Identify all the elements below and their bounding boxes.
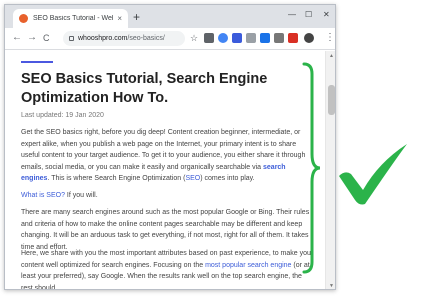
close-window-button[interactable]: ✕	[323, 10, 330, 19]
extension-icon[interactable]	[204, 33, 214, 43]
scroll-up-arrow-icon[interactable]: ▲	[329, 53, 334, 59]
url-text: whooshpro.com/seo-basics/	[78, 35, 165, 42]
browser-window: SEO Basics Tutorial - Website Se × + — ☐…	[4, 4, 336, 290]
tab-close-icon[interactable]: ×	[117, 14, 122, 23]
green-check-icon	[339, 144, 407, 205]
seo-link[interactable]: SEO	[185, 175, 200, 182]
right-brace-annotation	[302, 62, 321, 274]
attributes-paragraph: Here, we share with you the most importa…	[21, 248, 315, 289]
browser-tab[interactable]: SEO Basics Tutorial - Website Se ×	[13, 9, 128, 28]
profile-avatar-icon[interactable]	[304, 33, 314, 43]
intro-text-3: ) comes into play.	[200, 175, 255, 182]
reload-button[interactable]: C	[43, 32, 50, 44]
extension-icon[interactable]	[260, 33, 270, 43]
intro-paragraph: Get the SEO basics right, before you dig…	[21, 127, 315, 185]
search-engines-paragraph: There are many search engines around suc…	[21, 209, 310, 251]
extension-icon[interactable]	[288, 33, 298, 43]
browser-toolbar: ← → C whooshpro.com/seo-basics/ ☆ ⋮	[5, 28, 335, 50]
scroll-down-arrow-icon[interactable]: ▼	[329, 283, 334, 289]
url-path: /seo-basics/	[127, 35, 165, 42]
tab-strip: SEO Basics Tutorial - Website Se × + — ☐…	[5, 5, 335, 28]
url-host: whooshpro.com	[78, 35, 128, 42]
popular-search-engine-link[interactable]: most popular search engine	[205, 262, 291, 269]
intro-text-2: . This is where Search Engine Optimizati…	[47, 175, 186, 182]
extension-icon[interactable]	[232, 33, 242, 43]
bookmark-star-icon[interactable]: ☆	[190, 33, 198, 44]
title-accent-line	[21, 61, 53, 63]
back-button[interactable]: ←	[12, 32, 22, 44]
extension-icon[interactable]	[246, 33, 256, 43]
site-favicon-icon	[19, 14, 28, 23]
page-content: SEO Basics Tutorial, Search Engine Optim…	[5, 51, 325, 289]
forward-button[interactable]: →	[27, 32, 37, 44]
lock-icon	[69, 36, 74, 41]
maximize-button[interactable]: ☐	[305, 10, 312, 19]
article-title: SEO Basics Tutorial, Search Engine Optim…	[21, 71, 268, 106]
what-is-seo-paragraph: What is SEO? If you will.	[21, 190, 315, 202]
what-is-seo-link[interactable]: What is SEO?	[21, 192, 65, 199]
browser-menu-icon[interactable]: ⋮	[325, 32, 335, 44]
extension-icon[interactable]	[218, 33, 228, 43]
new-tab-button[interactable]: +	[133, 9, 140, 25]
what-is-seo-text: If you will.	[64, 192, 98, 199]
scrollbar-thumb[interactable]	[328, 85, 335, 115]
address-bar[interactable]: whooshpro.com/seo-basics/	[63, 31, 185, 46]
extension-icon[interactable]	[274, 33, 284, 43]
minimize-button[interactable]: —	[288, 10, 296, 19]
last-updated: Last updated: 19 Jan 2020	[21, 112, 104, 119]
tab-title: SEO Basics Tutorial - Website Se	[33, 15, 113, 22]
